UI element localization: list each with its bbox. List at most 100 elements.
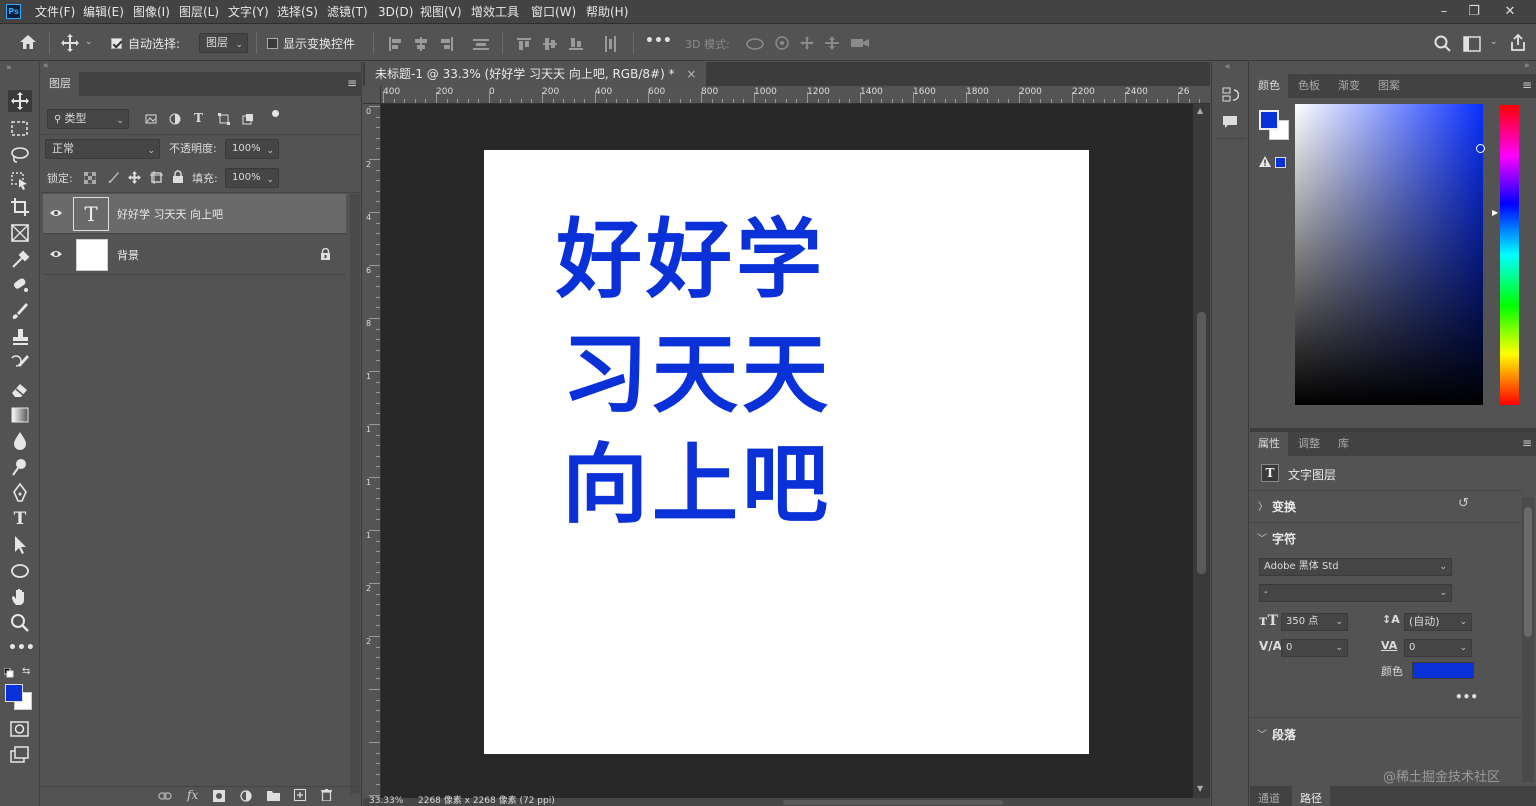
home-icon[interactable] <box>18 33 38 51</box>
adjustment-filter-icon[interactable] <box>169 113 181 125</box>
canvas-text-line-3[interactable]: 向上吧 <box>562 435 832 535</box>
visibility-eye-icon[interactable] <box>49 249 63 259</box>
tab-gradients[interactable]: 渐变 <box>1330 74 1368 98</box>
tab-color[interactable]: 颜色 <box>1250 74 1288 98</box>
adjustment-layer-icon[interactable] <box>240 790 252 802</box>
healing-brush-tool[interactable] <box>8 274 32 296</box>
zoom-level[interactable]: 33.33% <box>369 797 403 806</box>
lock-icon[interactable] <box>320 248 331 260</box>
menu-3d[interactable]: 3D(D) <box>378 0 413 24</box>
collapse-icon[interactable]: » <box>1524 61 1530 71</box>
tab-properties[interactable]: 属性 <box>1250 432 1288 456</box>
pixel-filter-icon[interactable] <box>145 113 157 125</box>
transform-section-title[interactable]: 变换 <box>1272 498 1296 515</box>
collapse-icon[interactable]: « <box>1225 62 1231 72</box>
auto-select-checkbox[interactable] <box>111 38 122 49</box>
shape-filter-icon[interactable] <box>218 113 230 125</box>
menu-type[interactable]: 文字(Y) <box>228 0 269 24</box>
blend-mode-dropdown[interactable]: 正常 ⌄ <box>45 139 160 159</box>
blur-tool[interactable] <box>8 430 32 452</box>
history-brush-tool[interactable] <box>8 352 32 374</box>
properties-scrollbar[interactable] <box>1522 497 1534 782</box>
tab-patterns[interactable]: 图案 <box>1370 74 1408 98</box>
tab-adjustments[interactable]: 调整 <box>1290 432 1328 456</box>
show-transform-checkbox[interactable] <box>267 38 278 49</box>
menu-layer[interactable]: 图层(L) <box>179 0 219 24</box>
distribute-h-icon[interactable] <box>473 37 489 51</box>
reset-transform-icon[interactable]: ↺ <box>1458 496 1469 511</box>
delete-layer-icon[interactable] <box>321 789 332 801</box>
tab-libraries[interactable]: 库 <box>1330 432 1357 456</box>
zoom-tool[interactable] <box>8 612 32 634</box>
new-group-icon[interactable] <box>267 790 280 801</box>
close-tab-icon[interactable]: × <box>686 67 696 81</box>
scrollbar-thumb[interactable] <box>1197 312 1206 574</box>
kerning-field[interactable]: 0 ⌄ <box>1281 639 1348 657</box>
hue-slider[interactable] <box>1500 105 1519 405</box>
frame-tool[interactable] <box>8 222 32 244</box>
canvas-text-line-2[interactable]: 习天天 <box>562 325 832 425</box>
more-options-button[interactable]: ••• <box>645 33 672 49</box>
lock-all-icon[interactable] <box>172 170 184 183</box>
crop-tool[interactable] <box>8 196 32 218</box>
restore-button[interactable]: ❐ <box>1457 0 1491 24</box>
vertical-scrollbar[interactable]: ▲ ▼ <box>1193 104 1210 798</box>
chevron-down-icon[interactable]: ⌄ <box>85 37 93 47</box>
clone-stamp-tool[interactable] <box>8 326 32 348</box>
add-mask-icon[interactable] <box>213 790 225 802</box>
layer-row-background[interactable]: 背景 <box>43 235 346 275</box>
gradient-tool[interactable] <box>8 404 32 426</box>
foreground-color-swatch[interactable] <box>1259 110 1279 130</box>
panel-menu-icon[interactable]: ≡ <box>1522 436 1532 450</box>
3d-orbit-icon[interactable] <box>745 36 765 52</box>
color-picker-cursor[interactable] <box>1476 144 1485 153</box>
3d-camera-icon[interactable] <box>850 36 870 50</box>
type-filter-icon[interactable]: T <box>194 111 203 125</box>
history-panel-icon[interactable] <box>1221 86 1239 104</box>
scroll-down-icon[interactable]: ▼ <box>1197 784 1203 793</box>
opacity-field[interactable]: 100% ⌄ <box>225 139 279 159</box>
fill-field[interactable]: 100% ⌄ <box>225 168 279 188</box>
tracking-field[interactable]: 0 ⌄ <box>1404 639 1472 657</box>
menu-edit[interactable]: 编辑(E) <box>83 0 124 24</box>
ruler-origin[interactable] <box>363 86 381 104</box>
lock-artboard-icon[interactable] <box>150 171 163 184</box>
tab-paths[interactable]: 路径 <box>1292 786 1330 806</box>
menu-image[interactable]: 图像(I) <box>133 0 170 24</box>
tab-layers[interactable]: 图层 <box>41 72 79 96</box>
menu-plugins[interactable]: 增效工具 <box>471 0 519 24</box>
path-selection-tool[interactable] <box>8 534 32 556</box>
color-picker-field[interactable] <box>1295 104 1485 405</box>
paragraph-section-title[interactable]: 段落 <box>1272 726 1296 743</box>
character-section-title[interactable]: 字符 <box>1272 530 1296 547</box>
comments-panel-icon[interactable] <box>1221 114 1239 130</box>
canvas[interactable]: 好好学 习天天 向上吧 <box>484 150 1089 754</box>
vertical-ruler[interactable]: 0 2 4 6 8 1 1 1 1 2 2 <box>363 104 381 798</box>
3d-roll-icon[interactable] <box>774 35 790 51</box>
layers-scrollbar[interactable] <box>350 194 360 794</box>
text-color-swatch[interactable] <box>1412 662 1474 679</box>
document-tab[interactable]: 未标题-1 @ 33.3% (好好学 习天天 向上吧, RGB/8#) * × <box>365 62 707 86</box>
lock-position-icon[interactable] <box>128 171 141 184</box>
menu-select[interactable]: 选择(S) <box>277 0 318 24</box>
layer-name[interactable]: 好好学 习天天 向上吧 <box>117 206 223 222</box>
align-center-h-icon[interactable] <box>414 37 428 51</box>
share-icon[interactable] <box>1508 33 1528 53</box>
minimize-button[interactable]: – <box>1427 0 1461 24</box>
lock-transparent-icon[interactable] <box>84 172 96 184</box>
hand-tool[interactable] <box>8 586 32 608</box>
font-size-field[interactable]: 350 点 ⌄ <box>1281 613 1348 631</box>
filter-kind-dropdown[interactable]: ⚲ 类型 ⌄ <box>47 109 129 129</box>
filter-toggle-icon[interactable] <box>272 110 279 117</box>
panel-menu-icon[interactable]: ≡ <box>347 76 357 90</box>
chevron-down-icon[interactable]: ﹀ <box>1257 530 1267 545</box>
eyedropper-tool[interactable] <box>8 248 32 270</box>
3d-slide-icon[interactable] <box>824 35 840 51</box>
search-icon[interactable] <box>1434 35 1452 53</box>
collapse-icon[interactable]: « <box>43 61 49 71</box>
tab-swatches[interactable]: 色板 <box>1290 74 1328 98</box>
foreground-color-swatch[interactable] <box>5 684 23 702</box>
canvas-text-line-1[interactable]: 好好学 <box>556 210 826 310</box>
close-button[interactable]: ✕ <box>1493 0 1527 24</box>
auto-select-target-dropdown[interactable]: 图层 ⌄ <box>199 33 248 53</box>
